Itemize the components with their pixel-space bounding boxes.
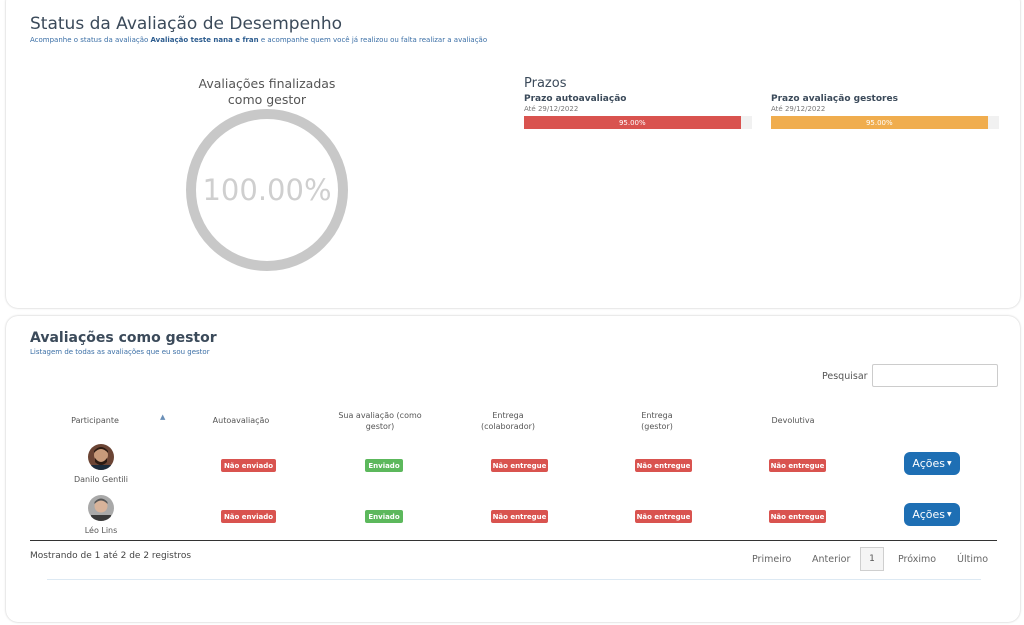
caret-down-icon: ▼ xyxy=(946,511,952,518)
avatar xyxy=(88,444,114,470)
sort-asc-icon[interactable]: ▲ xyxy=(160,413,165,421)
pagination-next[interactable]: Próximo xyxy=(898,554,936,565)
progress-bar: 95.00% xyxy=(771,116,999,129)
deadline-date: Até 29/12/2022 xyxy=(771,105,826,113)
status-badge: Não entregue xyxy=(769,510,826,523)
progress-fill: 95.00% xyxy=(771,116,988,129)
status-card xyxy=(6,0,1020,308)
pagination-previous[interactable]: Anterior xyxy=(812,554,850,565)
status-badge: Não entregue xyxy=(635,510,692,523)
avatar xyxy=(88,495,114,521)
deadline-self-evaluation: Prazo autoavaliação Até 29/12/2022 95.00… xyxy=(524,94,752,129)
gauge-value: 100.00% xyxy=(202,173,332,207)
status-badge: Não entregue xyxy=(491,510,548,523)
status-badge: Não enviado xyxy=(221,459,276,472)
column-header-manager-evaluation[interactable]: Sua avaliação (como gestor) xyxy=(335,410,425,432)
search-label: Pesquisar xyxy=(822,371,868,382)
page-subtitle: Acompanhe o status da avaliação Avaliaçã… xyxy=(30,36,488,44)
table-divider xyxy=(30,540,997,541)
status-badge: Não entregue xyxy=(769,459,826,472)
deadline-name: Prazo autoavaliação xyxy=(524,94,627,104)
search-input[interactable] xyxy=(872,364,998,387)
status-badge: Enviado xyxy=(365,510,403,523)
participant-name: Danilo Gentili xyxy=(73,475,128,484)
status-badge: Não entregue xyxy=(491,459,548,472)
column-header-delivery-collaborator[interactable]: Entrega (colaborador) xyxy=(474,410,542,432)
section-subtitle: Listagem de todas as avaliações que eu s… xyxy=(30,348,210,356)
actions-button[interactable]: Ações ▼ xyxy=(904,503,960,526)
actions-button[interactable]: Ações ▼ xyxy=(904,452,960,475)
pagination-page-1[interactable]: 1 xyxy=(860,547,884,571)
page-title: Status da Avaliação de Desempenho xyxy=(30,14,343,34)
pagination-first[interactable]: Primeiro xyxy=(752,554,791,565)
gauge-title: Avaliações finalizadas como gestor xyxy=(198,76,336,107)
column-header-self-evaluation[interactable]: Autoavaliação xyxy=(200,415,282,426)
column-header-feedback[interactable]: Devolutiva xyxy=(758,415,828,426)
deadlines-title: Prazos xyxy=(524,76,567,91)
deadline-name: Prazo avaliação gestores xyxy=(771,94,898,104)
pagination-last[interactable]: Último xyxy=(957,554,988,565)
table-info: Mostrando de 1 até 2 de 2 registros xyxy=(30,551,192,561)
progress-bar: 95.00% xyxy=(524,116,752,129)
participant-name: Léo Lins xyxy=(84,526,118,535)
status-badge: Não enviado xyxy=(221,510,276,523)
evaluation-name: Avaliação teste nana e fran xyxy=(150,36,259,44)
progress-fill: 95.00% xyxy=(524,116,741,129)
status-badge: Não entregue xyxy=(635,459,692,472)
divider xyxy=(47,579,981,580)
section-title: Avaliações como gestor xyxy=(30,330,217,346)
caret-down-icon: ▼ xyxy=(946,460,952,467)
column-header-participant[interactable]: Participante xyxy=(60,415,130,426)
deadline-managers-evaluation: Prazo avaliação gestores Até 29/12/2022 … xyxy=(771,94,999,129)
status-badge: Enviado xyxy=(365,459,403,472)
column-header-delivery-manager[interactable]: Entrega (gestor) xyxy=(627,410,687,432)
deadline-date: Até 29/12/2022 xyxy=(524,105,579,113)
